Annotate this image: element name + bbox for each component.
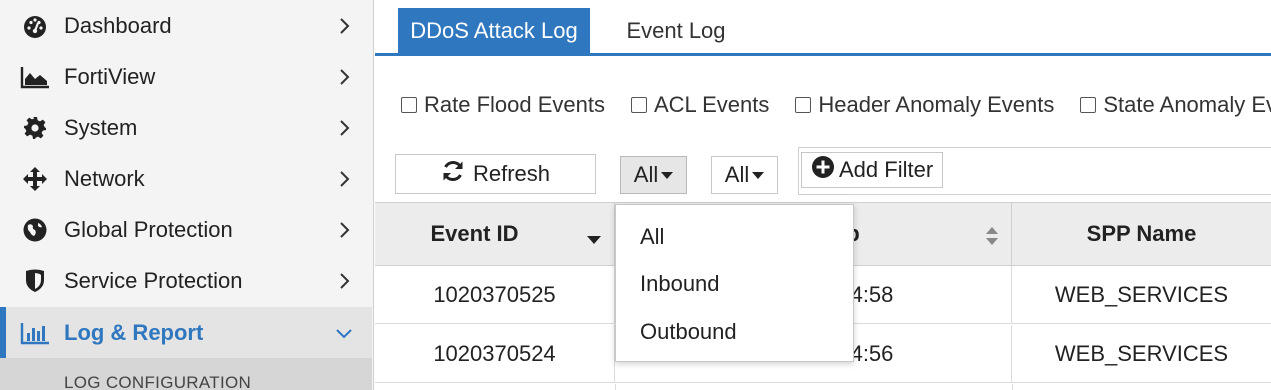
sidebar-item-label: Log & Report [64, 319, 204, 345]
tab-ddos-attack-log[interactable]: DDoS Attack Log [398, 8, 590, 53]
acl-events-checkbox[interactable]: ACL Events [630, 92, 770, 118]
table-row[interactable] [375, 384, 1271, 390]
header-anomaly-events-checkbox[interactable]: Header Anomaly Events [795, 92, 1054, 118]
sidebar-item-dashboard[interactable]: Dashboard [0, 0, 372, 51]
checkbox-box[interactable] [1080, 97, 1097, 113]
move-arrows-icon [20, 164, 50, 194]
caret-down-icon [752, 171, 765, 179]
refresh-button[interactable]: Refresh [395, 154, 596, 194]
secondary-select[interactable]: All [711, 156, 778, 194]
sidebar: Dashboard FortiView System Network Globa… [0, 0, 374, 390]
add-filter-button[interactable]: Add Filter [801, 152, 943, 188]
direction-dropdown-menu: All Inbound Outbound [615, 204, 854, 362]
state-anomaly-events-checkbox[interactable]: State Anomaly Ev [1080, 92, 1271, 118]
secondary-select-value: All [724, 162, 750, 187]
tab-event-log[interactable]: Event Log [607, 8, 745, 53]
event-type-filters: Rate Flood Events ACL Events Header Anom… [401, 90, 1271, 120]
sidebar-item-label: Service Protection [64, 267, 243, 293]
dropdown-option-all[interactable]: All [616, 214, 853, 260]
checkbox-label: Rate Flood Events [424, 92, 605, 117]
dropdown-option-inbound[interactable]: Inbound [616, 261, 853, 307]
rate-flood-events-checkbox[interactable]: Rate Flood Events [401, 92, 605, 118]
sidebar-item-fortiview[interactable]: FortiView [0, 51, 372, 102]
sidebar-item-global-protection[interactable]: Global Protection [0, 204, 372, 255]
column-header-spp-name[interactable]: SPP Name [1012, 203, 1271, 265]
shield-icon [20, 266, 50, 296]
cell-event-id: 1020370525 [375, 266, 615, 324]
cell-event-id: 1020370524 [375, 325, 615, 383]
sidebar-subheader[interactable]: LOG CONFIGURATION [0, 358, 372, 390]
column-header-label: SPP Name [1086, 221, 1197, 246]
sidebar-item-label: Global Protection [64, 216, 233, 242]
chevron-right-icon [334, 67, 354, 87]
sidebar-item-label: Network [64, 165, 145, 191]
chevron-right-icon [334, 220, 354, 240]
dropdown-option-outbound[interactable]: Outbound [616, 309, 853, 355]
plus-circle-icon [811, 155, 835, 185]
checkbox-label: State Anomaly Ev [1103, 92, 1271, 117]
sort-desc-icon[interactable] [587, 236, 601, 244]
chevron-right-icon [334, 16, 354, 36]
checkbox-box[interactable] [630, 97, 647, 113]
sidebar-item-label: FortiView [64, 63, 156, 89]
sidebar-item-label: System [64, 114, 138, 140]
direction-select[interactable]: All [620, 156, 687, 194]
checkbox-label: Header Anomaly Events [818, 92, 1055, 117]
chevron-right-icon [334, 271, 354, 291]
caret-down-icon [661, 171, 674, 179]
sidebar-item-log-report[interactable]: Log & Report [0, 307, 372, 358]
area-chart-icon [20, 62, 50, 92]
sidebar-subheader-label: LOG CONFIGURATION [64, 373, 252, 390]
direction-select-value: All [633, 162, 659, 187]
cell-spp-name: WEB_SERVICES [1054, 282, 1229, 307]
chevron-right-icon [334, 169, 354, 189]
chevron-right-icon [334, 118, 354, 138]
sidebar-item-service-protection[interactable]: Service Protection [0, 255, 372, 306]
cell-spp-name: WEB_SERVICES [1054, 341, 1229, 366]
column-divider [1012, 384, 1013, 390]
column-header-event-id[interactable]: Event ID [375, 203, 615, 265]
app-root: Dashboard FortiView System Network Globa… [0, 0, 1271, 390]
dashboard-icon [20, 11, 50, 41]
globe-icon [20, 215, 50, 245]
chevron-down-icon [334, 323, 354, 343]
sidebar-item-label: Dashboard [64, 12, 172, 38]
active-indicator [0, 307, 6, 358]
refresh-icon [441, 159, 465, 189]
bar-chart-icon [20, 318, 50, 348]
checkbox-box[interactable] [795, 97, 812, 113]
checkbox-label: ACL Events [653, 92, 770, 117]
checkbox-box[interactable] [401, 97, 417, 113]
sort-icon[interactable] [985, 225, 999, 247]
column-divider [615, 384, 616, 390]
add-filter-label: Add Filter [839, 157, 934, 182]
refresh-label: Refresh [472, 161, 551, 186]
gear-icon [20, 113, 50, 143]
sidebar-item-system[interactable]: System [0, 102, 372, 153]
sidebar-item-network[interactable]: Network [0, 153, 372, 204]
tab-bar: DDoS Attack Log Event Log [375, 0, 1271, 56]
column-header-label: Event ID [430, 221, 519, 246]
